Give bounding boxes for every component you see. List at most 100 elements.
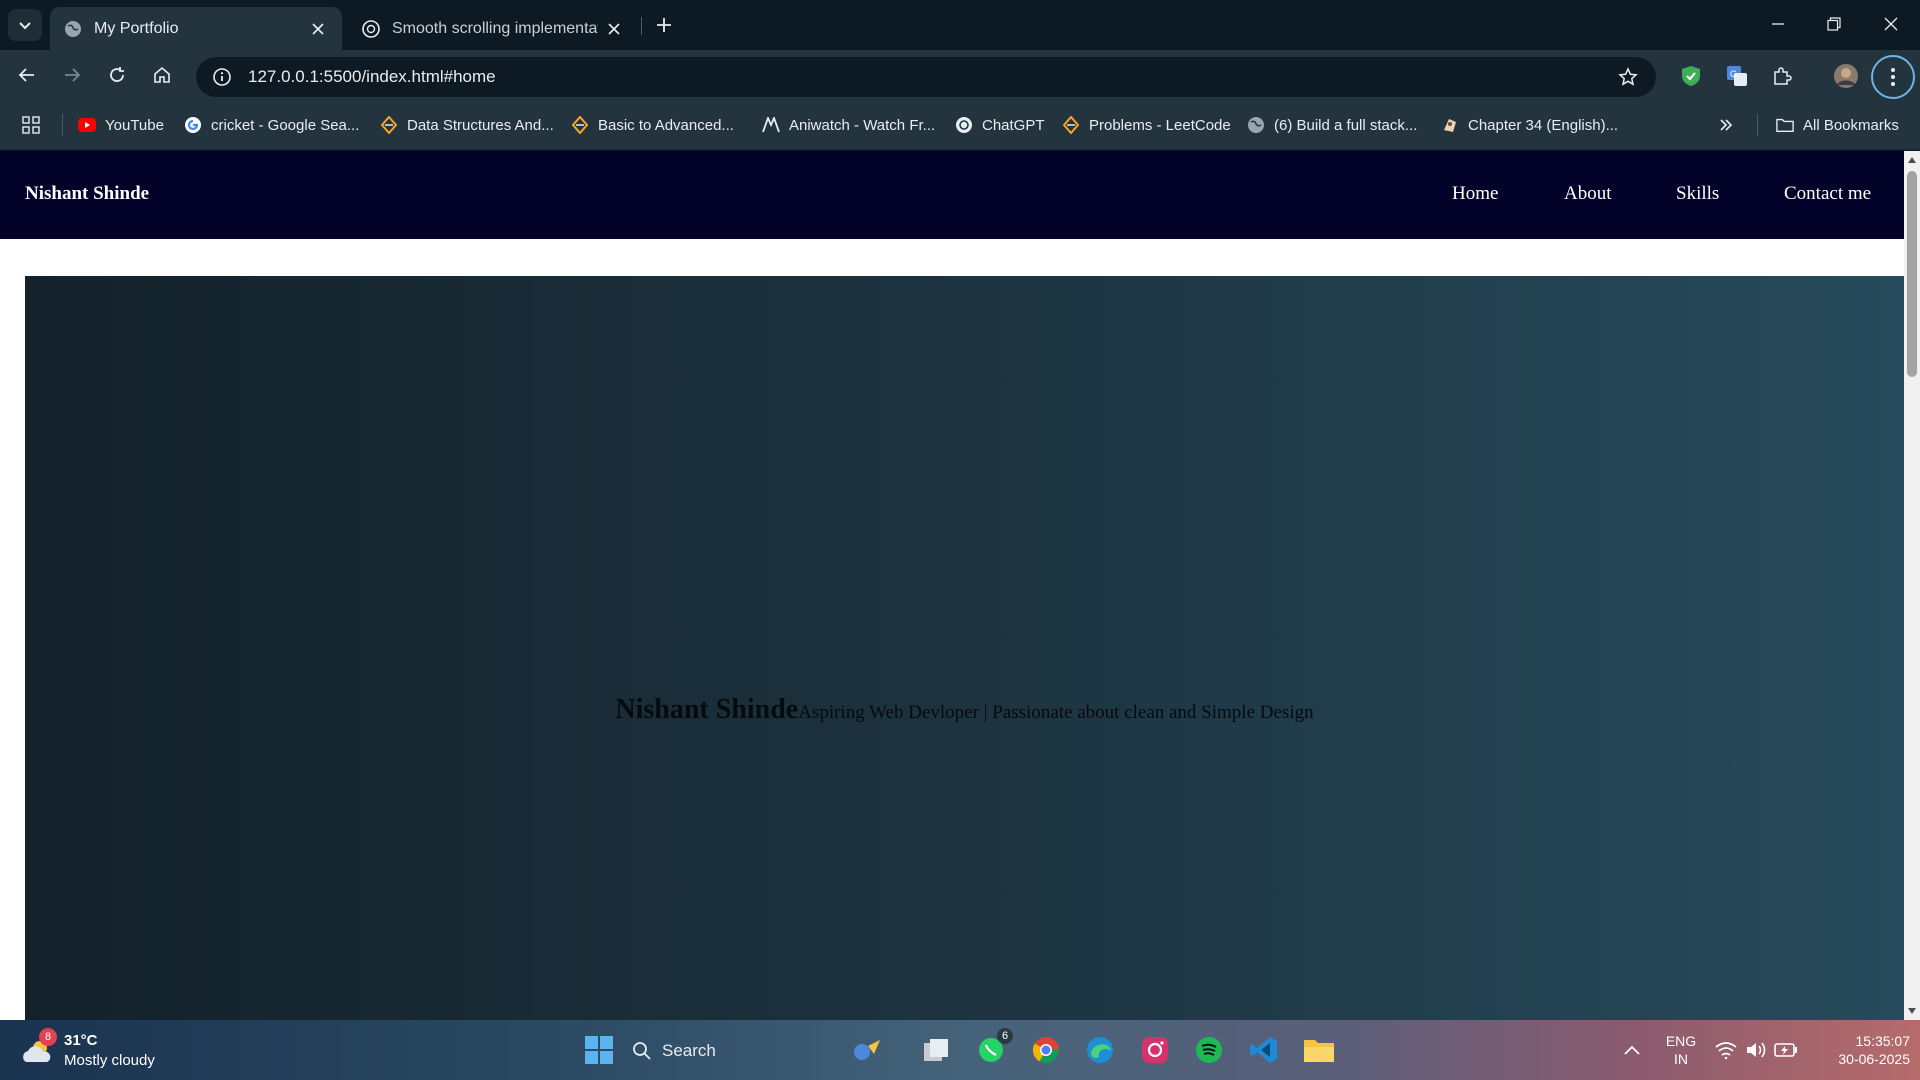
- bookmark-label: (6) Build a full stack...: [1274, 116, 1418, 134]
- url-text[interactable]: 127.0.0.1:5500/index.html#home: [248, 67, 1608, 87]
- weather-condition: Mostly cloudy: [64, 1052, 155, 1069]
- home-button[interactable]: [145, 58, 179, 92]
- svg-text:G: G: [1730, 69, 1737, 79]
- globe-icon: [1247, 116, 1265, 134]
- tab-search-button[interactable]: [8, 9, 42, 41]
- scroll-down-icon[interactable]: [1907, 1006, 1917, 1016]
- region-code: IN: [1674, 1051, 1688, 1067]
- clock-date: 30-06-2025: [1838, 1051, 1910, 1067]
- scrollbar-thumb[interactable]: [1907, 171, 1917, 377]
- edge-icon[interactable]: [1082, 1032, 1118, 1068]
- codestudio-icon: [571, 116, 589, 134]
- weather-widget[interactable]: 8 31°C Mostly cloudy: [20, 1028, 240, 1072]
- reload-icon: [110, 67, 124, 82]
- shield-extension-icon[interactable]: [1674, 59, 1708, 93]
- windows-logo-icon: [585, 1036, 613, 1064]
- tab-divider: [641, 17, 642, 35]
- taskbar: 8 31°C Mostly cloudy Search 6 ENG IN 15:…: [0, 1020, 1920, 1080]
- spotify-icon[interactable]: [1191, 1032, 1227, 1068]
- bookmark-youtube[interactable]: YouTube: [78, 113, 164, 137]
- chatgpt-icon: [362, 19, 380, 38]
- bookmark-chatgpt[interactable]: ChatGPT: [955, 113, 1045, 137]
- hero-content: Nishant ShindeAspiring Web Devloper | Pa…: [25, 694, 1904, 726]
- nav-link-contact[interactable]: Contact me: [1784, 183, 1871, 205]
- chevron-double-right-icon: [1720, 119, 1733, 131]
- address-bar[interactable]: 127.0.0.1:5500/index.html#home: [196, 57, 1656, 97]
- chevron-down-icon: [19, 22, 31, 30]
- clock-time: 15:35:07: [1855, 1033, 1911, 1049]
- extensions-puzzle-icon[interactable]: [1765, 59, 1799, 93]
- language-code: ENG: [1665, 1033, 1697, 1049]
- bookmark-label: cricket - Google Sea...: [211, 116, 360, 134]
- translate-extension-icon[interactable]: G: [1720, 59, 1754, 93]
- google-icon: [184, 116, 202, 134]
- widgets-app-icon[interactable]: [848, 1032, 884, 1068]
- instagram-icon[interactable]: [1137, 1032, 1173, 1068]
- bookmarks-divider: [62, 114, 63, 136]
- chevron-up-icon: [1624, 1045, 1640, 1055]
- bookmark-cricket-google[interactable]: cricket - Google Sea...: [184, 113, 359, 137]
- bookmark-aniwatch[interactable]: Aniwatch - Watch Fr...: [762, 113, 935, 137]
- chrome-icon[interactable]: [1028, 1032, 1064, 1068]
- site-brand[interactable]: Nishant Shinde: [25, 183, 149, 205]
- close-icon[interactable]: [604, 19, 624, 39]
- site-navbar: Nishant Shinde Home About Skills Contact…: [0, 151, 1904, 239]
- forward-button[interactable]: [55, 58, 89, 92]
- new-tab-button[interactable]: [650, 11, 678, 39]
- bookmark-chapter-34[interactable]: Chapter 34 (English)...: [1441, 113, 1618, 137]
- weather-temp: 31°C: [64, 1032, 98, 1049]
- all-bookmarks-label: All Bookmarks: [1803, 116, 1899, 134]
- bookmark-data-structures[interactable]: Data Structures And...: [380, 113, 554, 137]
- tab-my-portfolio[interactable]: My Portfolio: [50, 7, 342, 50]
- close-window-button[interactable]: [1862, 0, 1920, 48]
- search-label: Search: [662, 1041, 716, 1060]
- tab-smooth-scrolling[interactable]: Smooth scrolling implementatio: [348, 7, 638, 50]
- youtube-icon: [78, 116, 96, 134]
- tab-title: Smooth scrolling implementatio: [392, 19, 598, 37]
- bookmarks-bar: YouTube cricket - Google Sea... Data Str…: [0, 100, 1920, 150]
- taskbar-search[interactable]: Search: [632, 1033, 782, 1069]
- bookmark-basic-to-advanced[interactable]: Basic to Advanced...: [571, 113, 734, 137]
- weather-badge: 8: [39, 1028, 57, 1046]
- close-icon: [1884, 17, 1898, 31]
- home-icon: [154, 66, 170, 83]
- page-scrollbar[interactable]: [1904, 151, 1920, 1020]
- close-icon[interactable]: [308, 19, 328, 39]
- chatgpt-icon: [955, 116, 973, 134]
- globe-icon: [64, 20, 82, 38]
- start-button[interactable]: [581, 1032, 617, 1068]
- vscode-icon[interactable]: [1246, 1032, 1282, 1068]
- nav-link-skills[interactable]: Skills: [1676, 183, 1719, 205]
- codestudio-icon: [380, 116, 398, 134]
- reload-button[interactable]: [100, 58, 134, 92]
- bookmark-leetcode[interactable]: Problems - LeetCode: [1062, 113, 1231, 137]
- all-bookmarks-button[interactable]: All Bookmarks: [1776, 113, 1899, 137]
- system-clock[interactable]: 15:35:07 30-06-2025: [1810, 1032, 1910, 1068]
- show-hidden-icons-button[interactable]: [1614, 1032, 1650, 1068]
- hero-section: Nishant ShindeAspiring Web Devloper | Pa…: [25, 276, 1904, 1020]
- task-view-icon[interactable]: [918, 1032, 954, 1068]
- leetcode-icon: [1062, 116, 1080, 134]
- nav-link-home[interactable]: Home: [1452, 183, 1498, 205]
- minimize-button[interactable]: [1749, 0, 1807, 48]
- scroll-up-icon[interactable]: [1907, 155, 1917, 165]
- language-indicator[interactable]: ENG IN: [1663, 1032, 1699, 1068]
- file-explorer-icon[interactable]: [1301, 1032, 1337, 1068]
- battery-icon[interactable]: [1768, 1032, 1804, 1068]
- bookmark-star-icon[interactable]: [1608, 57, 1648, 97]
- bookmarks-divider: [1757, 114, 1758, 136]
- tab-title: My Portfolio: [94, 19, 179, 37]
- back-button[interactable]: [10, 58, 44, 92]
- hero-tagline: Aspiring Web Devloper | Passionate about…: [798, 702, 1314, 723]
- browser-menu-button[interactable]: [1871, 55, 1915, 99]
- more-vert-icon: [1891, 68, 1895, 86]
- profile-avatar[interactable]: [1829, 59, 1863, 93]
- more-bookmarks-button[interactable]: [1718, 113, 1734, 137]
- site-info-icon[interactable]: [202, 57, 242, 97]
- restore-button[interactable]: [1805, 0, 1863, 48]
- apps-button[interactable]: [22, 113, 40, 137]
- manga-icon: [1441, 116, 1459, 134]
- bookmark-full-stack[interactable]: (6) Build a full stack...: [1247, 113, 1417, 137]
- whatsapp-icon[interactable]: 6: [973, 1028, 1013, 1068]
- nav-link-about[interactable]: About: [1564, 183, 1612, 205]
